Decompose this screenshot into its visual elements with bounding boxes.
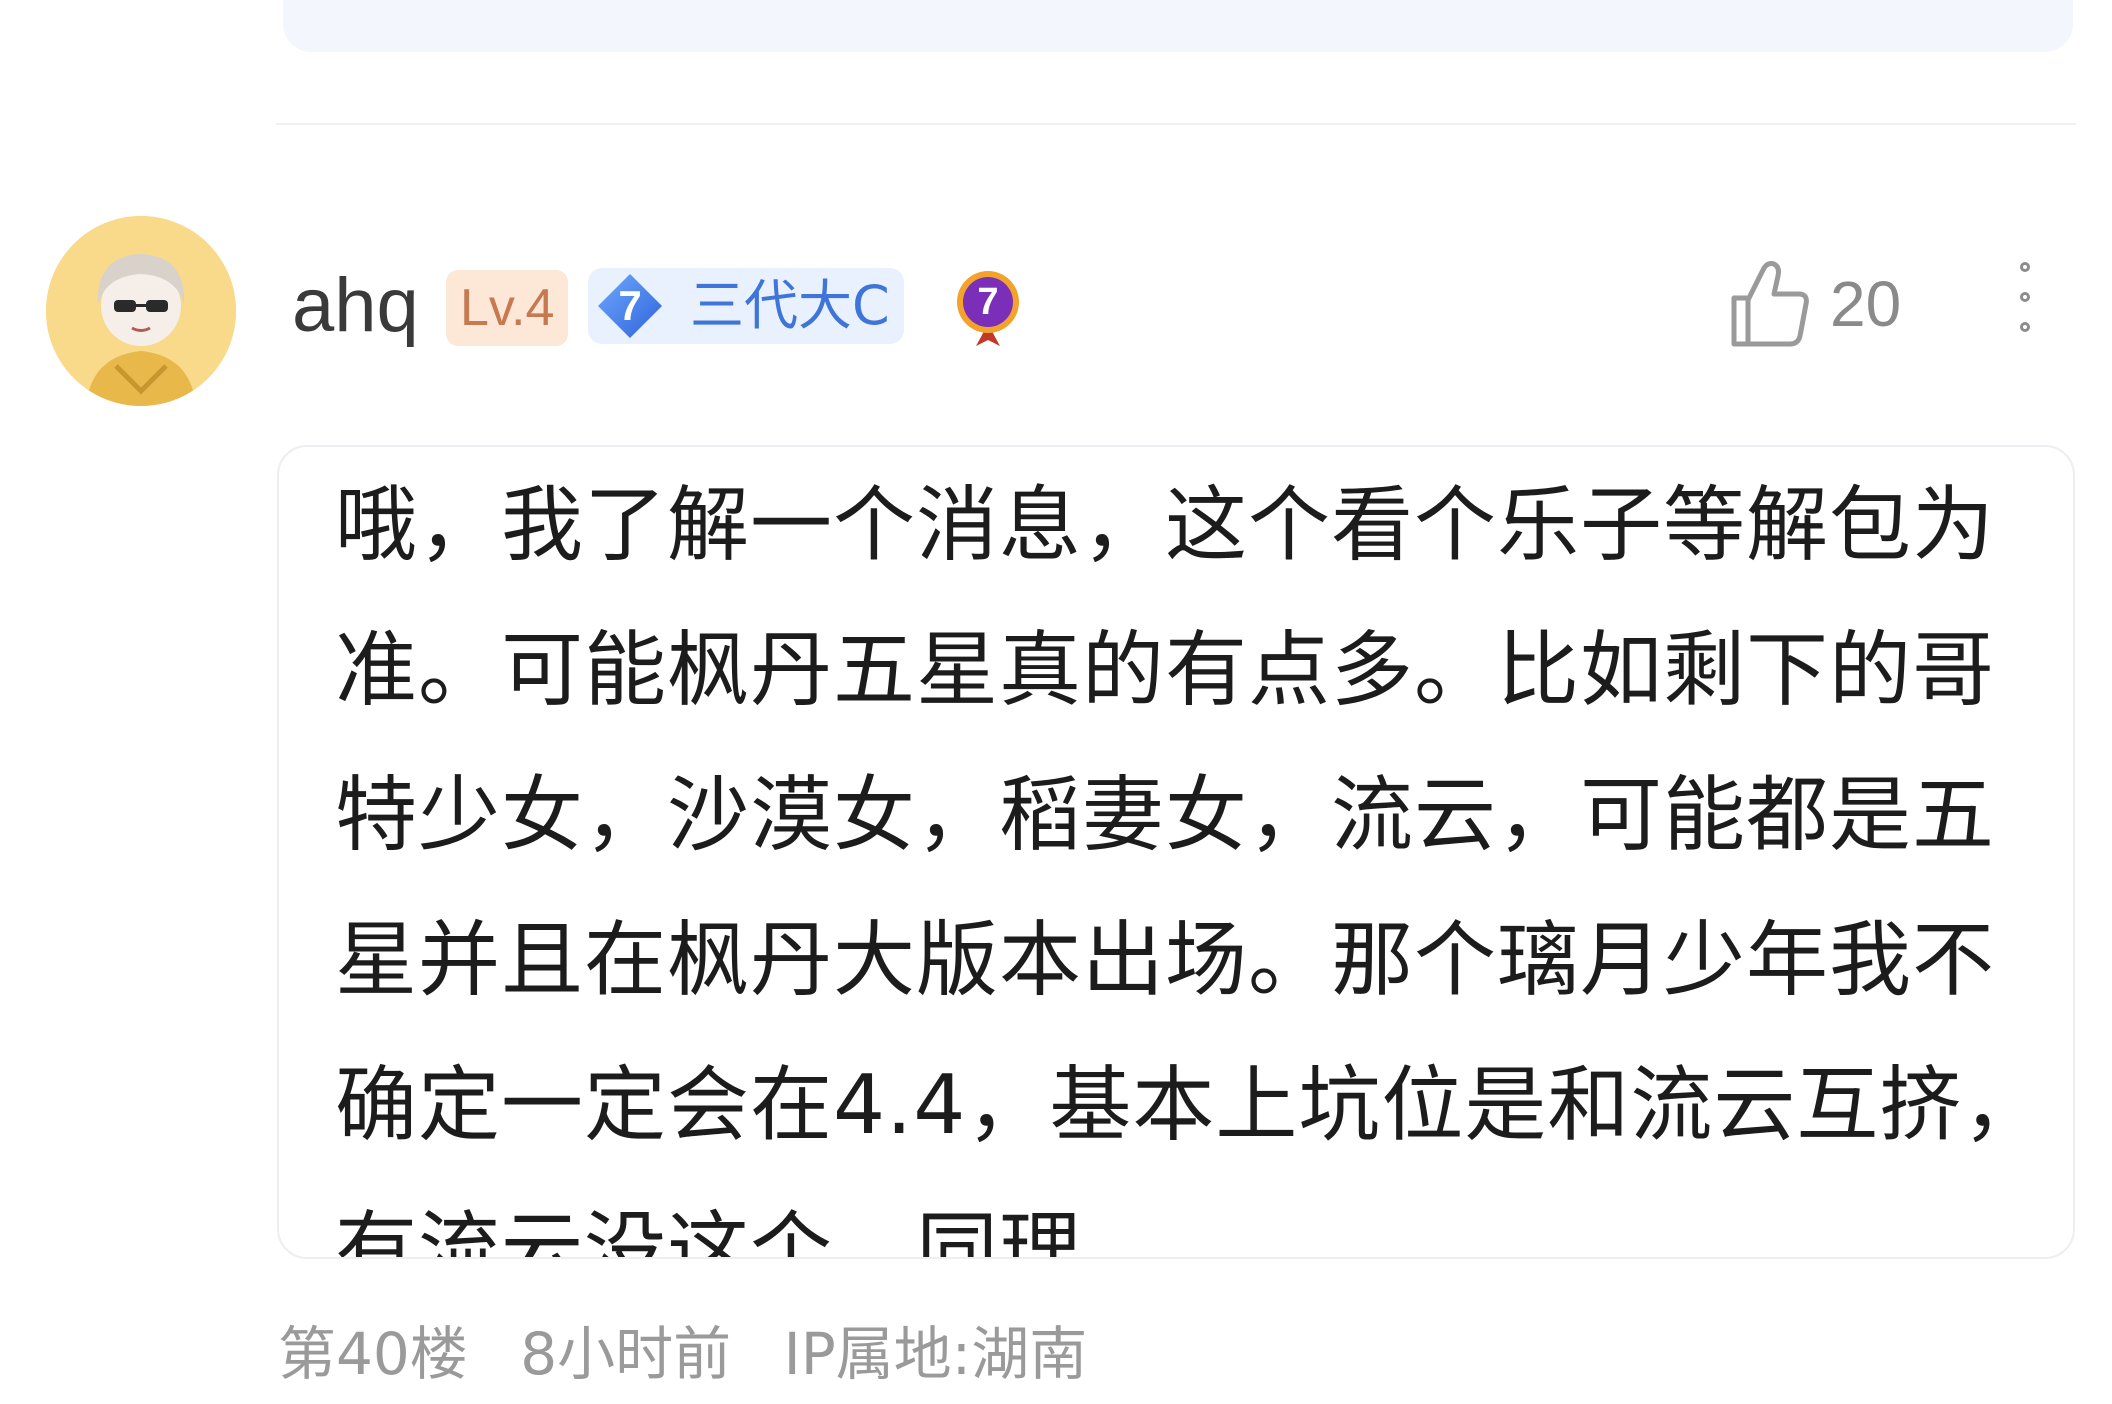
like-count: 20 — [1830, 268, 1902, 340]
comment-text: 哦，我了解一个消息，这个看个乐子等解包为准。可能枫丹五星真的有点多。比如剩下的哥… — [335, 478, 2046, 1259]
comment-meta: 第40楼 8小时前 IP属地:湖南 — [278, 1314, 1121, 1394]
medal-number: 7 — [977, 281, 999, 323]
tier-number: 7 — [618, 282, 642, 329]
post-time: 8小时前 — [520, 1320, 732, 1388]
tier-badge[interactable]: 7 三代大C — [588, 268, 904, 344]
more-vertical-icon[interactable] — [2010, 262, 2040, 346]
previous-comment-card — [283, 0, 2073, 52]
comment-divider — [276, 123, 2076, 125]
thumbs-up-icon[interactable] — [1728, 258, 1812, 350]
user-avatar[interactable] — [46, 216, 236, 406]
avatar-image — [46, 216, 236, 406]
ip-location: IP属地:湖南 — [783, 1320, 1088, 1388]
comment-author-name[interactable]: ahq — [292, 258, 419, 354]
tier-label: 三代大C — [690, 274, 890, 337]
level-badge: Lv.4 — [446, 270, 569, 346]
floor-number: 第40楼 — [278, 1320, 468, 1388]
comment-body: 哦，我了解一个消息，这个看个乐子等解包为准。可能枫丹五星真的有点多。比如剩下的哥… — [277, 445, 2075, 1259]
